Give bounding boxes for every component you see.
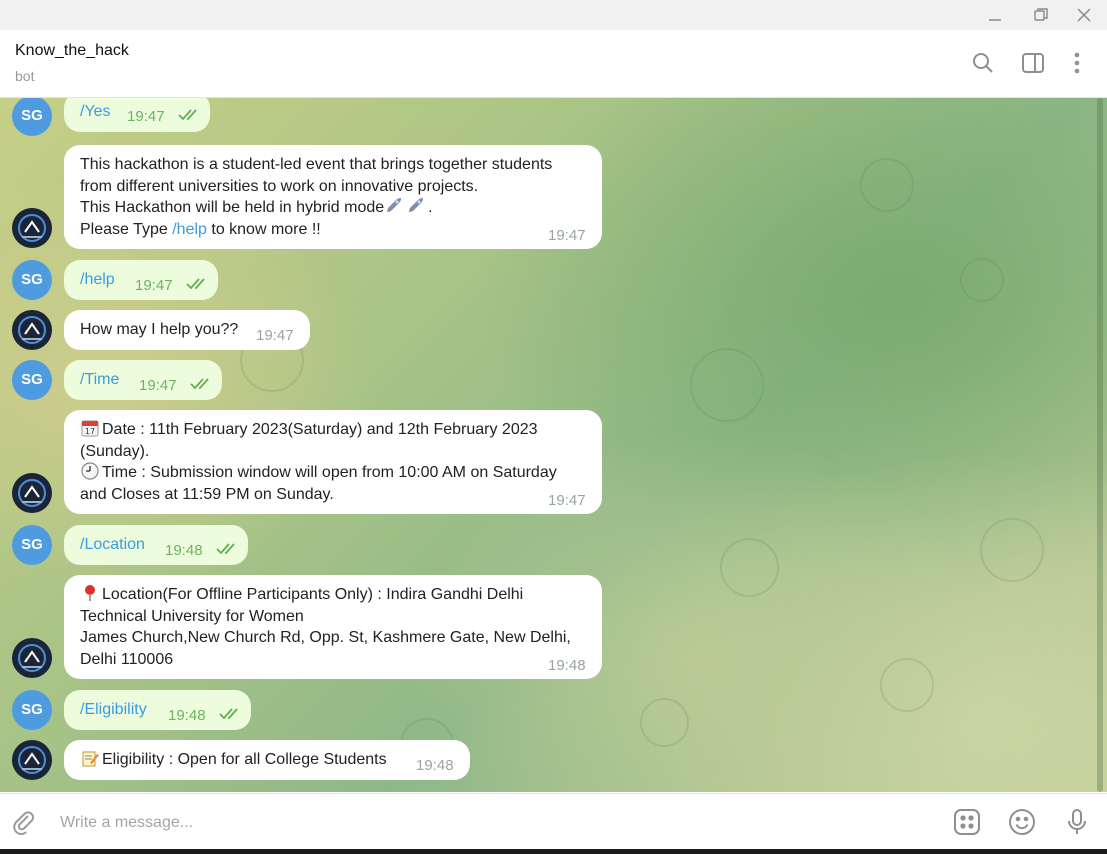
message-time: 19:47 [548, 227, 586, 244]
wallpaper-doodle [690, 348, 764, 422]
double-check-icon [186, 276, 208, 290]
double-check-icon [219, 706, 241, 720]
message-time: 19:48 [416, 757, 454, 774]
wallpaper-doodle [860, 158, 914, 212]
avatar[interactable]: SG [12, 690, 52, 730]
message-time: 19:48 [165, 542, 203, 559]
message-line-text: to know more !! [206, 220, 321, 238]
message-line[interactable]: Technical University for Women [80, 606, 571, 628]
message-bubble[interactable]: /Eligibility 19:48 [64, 690, 251, 730]
message-text[interactable]: Eligibility : Open for all College Stude… [102, 751, 387, 768]
wallpaper-doodle [960, 258, 1004, 302]
message-line-text: Please Type [80, 220, 173, 238]
clock-icon [80, 462, 100, 480]
message-line: Please Type /help to know more !! [80, 219, 552, 241]
message-bubble[interactable]: Location(For Offline Participants Only) … [64, 575, 602, 679]
memo-icon [80, 749, 100, 767]
message-bubble[interactable]: /Location 19:48 [64, 525, 248, 565]
chat-scrollbar[interactable] [1097, 98, 1103, 792]
calendar-icon: 17 [80, 419, 100, 437]
chat-title[interactable]: Know_the_hack [15, 42, 129, 60]
message-line-text[interactable]: This Hackathon will be held in hybrid mo… [80, 199, 384, 216]
wallpaper-doodle [880, 658, 934, 712]
message-text[interactable]: /Eligibility [80, 699, 147, 721]
search-icon[interactable] [970, 50, 996, 76]
message-bubble[interactable]: 17 Date : 11th February 2023(Saturday) an… [64, 410, 602, 514]
message-line: Location(For Offline Participants Only) … [80, 584, 571, 606]
bot-commands-icon[interactable] [952, 807, 982, 837]
minimize-icon[interactable] [984, 4, 1006, 26]
restore-icon[interactable] [1030, 4, 1052, 26]
command-link[interactable]: /help [172, 221, 207, 238]
paperclip-icon[interactable] [10, 808, 38, 836]
message-bubble[interactable]: /Time 19:47 [64, 360, 222, 400]
chat-history[interactable]: SG /Yes 19:47 This hackathon is a studen… [0, 98, 1107, 792]
avatar[interactable] [12, 638, 52, 678]
svg-text:17: 17 [85, 427, 95, 436]
avatar[interactable]: SG [12, 260, 52, 300]
microphone-icon[interactable] [1062, 807, 1092, 837]
wallpaper-doodle [640, 698, 689, 747]
message-text[interactable]: How may I help you?? [80, 319, 238, 341]
message-text[interactable]: /Time [80, 369, 119, 391]
pin-icon [80, 584, 100, 602]
message-line[interactable]: (Sunday). [80, 441, 557, 463]
double-check-icon [190, 376, 212, 390]
message-time: 19:47 [127, 108, 165, 125]
wallpaper-doodle [980, 518, 1044, 582]
message-time: 19:48 [168, 707, 206, 724]
message-line[interactable]: James Church,New Church Rd, Opp. St, Kas… [80, 627, 571, 649]
message-bubble[interactable]: How may I help you?? 19:47 [64, 310, 310, 350]
message-line: 17 Date : 11th February 2023(Saturday) an… [80, 419, 557, 441]
more-vert-icon[interactable] [1064, 50, 1090, 76]
message-time: 19:48 [548, 657, 586, 674]
message-line-text[interactable]: Time : Submission window will open from … [102, 464, 557, 481]
window-bottom-edge [0, 849, 1107, 854]
avatar[interactable] [12, 208, 52, 248]
message-line[interactable]: from different universities to work on i… [80, 176, 552, 198]
wallpaper-doodle [720, 538, 779, 597]
avatar[interactable]: SG [12, 360, 52, 400]
message-line[interactable]: and Closes at 11:59 PM on Sunday. [80, 484, 557, 506]
message-line[interactable]: This hackathon is a student-led event th… [80, 154, 552, 176]
message-bubble[interactable]: This hackathon is a student-led event th… [64, 145, 602, 249]
message-time: 19:47 [139, 377, 177, 394]
message-line-end: . [428, 199, 433, 216]
message-bubble[interactable]: /help 19:47 [64, 260, 218, 300]
window-titlebar [0, 0, 1107, 30]
avatar[interactable] [12, 473, 52, 513]
message-text[interactable]: /Location [80, 534, 145, 556]
message-text[interactable]: /help [80, 269, 115, 291]
message-line: This Hackathon will be held in hybrid mo… [80, 197, 552, 219]
chat-header: Know_the_hack bot [0, 30, 1107, 98]
message-line[interactable]: Delhi 110006 [80, 649, 571, 671]
avatar[interactable] [12, 740, 52, 780]
avatar[interactable]: SG [12, 525, 52, 565]
rocket-icon [406, 197, 426, 215]
side-panel-icon[interactable] [1020, 50, 1046, 76]
message-input[interactable] [58, 808, 922, 838]
double-check-icon [178, 107, 200, 121]
message-line-text[interactable]: Date : 11th February 2023(Saturday) and … [102, 421, 538, 438]
chat-status: bot [15, 68, 35, 84]
emoji-icon[interactable] [1007, 807, 1037, 837]
message-time: 19:47 [548, 492, 586, 509]
avatar[interactable] [12, 310, 52, 350]
message-line: Time : Submission window will open from … [80, 462, 557, 484]
avatar[interactable]: SG [12, 98, 52, 136]
close-icon[interactable] [1073, 4, 1095, 26]
message-time: 19:47 [135, 277, 173, 294]
message-text[interactable]: /Yes [80, 101, 111, 123]
message-line-text[interactable]: Location(For Offline Participants Only) … [102, 586, 523, 603]
message-bubble[interactable]: Eligibility : Open for all College Stude… [64, 740, 470, 780]
message-composer [0, 793, 1107, 850]
message-bubble[interactable]: /Yes 19:47 [64, 98, 210, 132]
double-check-icon [216, 541, 238, 555]
message-time: 19:47 [256, 327, 294, 344]
rocket-icon [384, 197, 404, 215]
